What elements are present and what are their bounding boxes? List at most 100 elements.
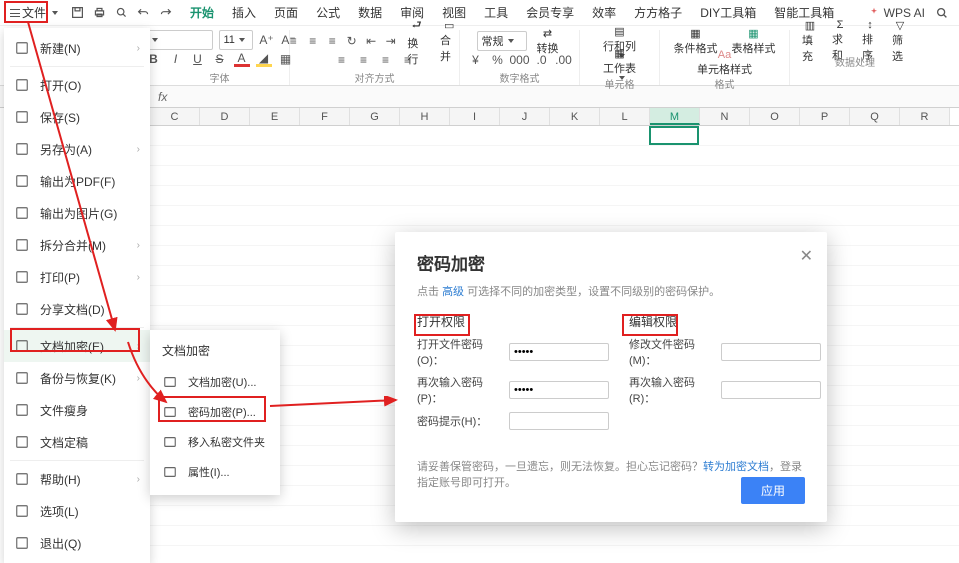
underline-icon[interactable]: U bbox=[190, 51, 206, 67]
font-name-dropdown[interactable] bbox=[143, 30, 213, 50]
file-menu-item-12[interactable]: 文档定稿 bbox=[4, 426, 150, 458]
dec-dec-icon[interactable]: .00 bbox=[556, 52, 572, 68]
tab-ffgz[interactable]: 方方格子 bbox=[634, 4, 682, 21]
print-icon[interactable] bbox=[92, 6, 106, 20]
undo-icon[interactable] bbox=[136, 6, 150, 20]
merge-cells-button[interactable]: ▭合并 bbox=[436, 17, 463, 66]
fx-icon[interactable]: fx bbox=[158, 90, 167, 104]
number-format-dropdown[interactable]: 常规 bbox=[477, 31, 527, 51]
currency-icon[interactable]: ¥ bbox=[468, 52, 484, 68]
justify-icon[interactable]: ≡ bbox=[400, 52, 416, 68]
tab-diy[interactable]: DIY工具箱 bbox=[700, 4, 756, 21]
align-top-icon[interactable]: ≡ bbox=[287, 33, 300, 49]
col-L[interactable]: L bbox=[600, 108, 650, 125]
align-right-icon[interactable]: ≡ bbox=[378, 52, 394, 68]
grow-font-icon[interactable]: A⁺ bbox=[259, 32, 275, 48]
tab-data[interactable]: 数据 bbox=[358, 4, 382, 21]
indent-dec-icon[interactable]: ⇤ bbox=[364, 33, 377, 49]
orientation-icon[interactable]: ↻ bbox=[345, 33, 358, 49]
col-K[interactable]: K bbox=[550, 108, 600, 125]
ribbon-tabs: 开始 插入 页面 公式 数据 审阅 视图 工具 会员专享 效率 方方格子 DIY… bbox=[190, 4, 834, 21]
file-menu-item-8[interactable]: 分享文档(D) bbox=[4, 293, 150, 325]
col-G[interactable]: G bbox=[350, 108, 400, 125]
group-number-label: 数字格式 bbox=[500, 70, 540, 85]
strike-icon[interactable]: S bbox=[212, 51, 228, 67]
col-F[interactable]: F bbox=[300, 108, 350, 125]
col-H[interactable]: H bbox=[400, 108, 450, 125]
hint-label: 密码提示(H)： bbox=[417, 413, 503, 429]
tab-member[interactable]: 会员专享 bbox=[526, 4, 574, 21]
tab-start[interactable]: 开始 bbox=[190, 4, 214, 21]
italic-icon[interactable]: I bbox=[168, 51, 184, 67]
edit-password-input[interactable] bbox=[721, 343, 821, 361]
file-menu-item-13[interactable]: 帮助(H)› bbox=[4, 463, 150, 495]
submenu-item-0[interactable]: 文档加密(U)... bbox=[150, 367, 280, 397]
open-password-input[interactable] bbox=[509, 343, 609, 361]
save-icon[interactable] bbox=[70, 6, 84, 20]
submenu-item-label: 文档加密(U)... bbox=[188, 374, 256, 390]
font-size-dropdown[interactable]: 11 bbox=[219, 30, 253, 50]
col-O[interactable]: O bbox=[750, 108, 800, 125]
col-P[interactable]: P bbox=[800, 108, 850, 125]
tab-tools[interactable]: 工具 bbox=[484, 4, 508, 21]
align-mid-icon[interactable]: ≡ bbox=[306, 33, 319, 49]
col-N[interactable]: N bbox=[700, 108, 750, 125]
dialog-desc: 点击 高级 可选择不同的加密类型，设置不同级别的密码保护。 bbox=[417, 283, 805, 299]
search-icon[interactable] bbox=[935, 6, 949, 20]
file-menu-item-6[interactable]: 拆分合并(M)› bbox=[4, 229, 150, 261]
col-D[interactable]: D bbox=[200, 108, 250, 125]
close-icon[interactable]: ✕ bbox=[800, 246, 813, 266]
file-menu-item-2[interactable]: 保存(S) bbox=[4, 101, 150, 133]
file-menu-button[interactable]: 文件 bbox=[4, 2, 64, 23]
col-M[interactable]: M bbox=[650, 108, 700, 125]
fill-color-icon[interactable]: ◢ bbox=[256, 51, 272, 67]
file-menu-item-7[interactable]: 打印(P)› bbox=[4, 261, 150, 293]
cell-style-button[interactable]: Aa单元格样式 bbox=[693, 47, 756, 79]
align-center-icon[interactable]: ≡ bbox=[356, 52, 372, 68]
file-menu-item-15[interactable]: 退出(Q) bbox=[4, 527, 150, 559]
comma-icon[interactable]: 000 bbox=[512, 52, 528, 68]
convert-encrypt-link[interactable]: 转为加密文档 bbox=[703, 461, 769, 473]
col-I[interactable]: I bbox=[450, 108, 500, 125]
col-R[interactable]: R bbox=[900, 108, 950, 125]
fill-button[interactable]: ▥填充 bbox=[798, 17, 822, 66]
edit-password-again-input[interactable] bbox=[721, 381, 821, 399]
indent-inc-icon[interactable]: ⇥ bbox=[384, 33, 397, 49]
filter-button[interactable]: ▽筛选 bbox=[888, 17, 912, 66]
file-menu-item-10[interactable]: 备份与恢复(K)› bbox=[4, 362, 150, 394]
col-E[interactable]: E bbox=[250, 108, 300, 125]
tab-efficiency[interactable]: 效率 bbox=[592, 4, 616, 21]
file-menu-item-0[interactable]: 新建(N)› bbox=[4, 32, 150, 64]
advanced-link[interactable]: 高级 bbox=[442, 286, 464, 298]
submenu-item-3[interactable]: 属性(I)... bbox=[150, 457, 280, 487]
file-menu-item-3[interactable]: 另存为(A)› bbox=[4, 133, 150, 165]
align-left-icon[interactable]: ≡ bbox=[334, 52, 350, 68]
file-menu-item-5[interactable]: 输出为图片(G) bbox=[4, 197, 150, 229]
print-preview-icon[interactable] bbox=[114, 6, 128, 20]
col-J[interactable]: J bbox=[500, 108, 550, 125]
col-C[interactable]: C bbox=[150, 108, 200, 125]
align-bot-icon[interactable]: ≡ bbox=[325, 33, 338, 49]
tab-insert[interactable]: 插入 bbox=[232, 4, 256, 21]
submenu-item-2[interactable]: 移入私密文件夹 bbox=[150, 427, 280, 457]
percent-icon[interactable]: % bbox=[490, 52, 506, 68]
redo-icon[interactable] bbox=[158, 6, 172, 20]
tab-page[interactable]: 页面 bbox=[274, 4, 298, 21]
font-color-icon[interactable]: A bbox=[234, 51, 250, 67]
file-menu-item-9[interactable]: 文档加密(E)› bbox=[4, 330, 150, 362]
pdf-icon bbox=[14, 173, 30, 189]
open-password-again-input[interactable] bbox=[509, 381, 609, 399]
file-menu-item-14[interactable]: 选项(L) bbox=[4, 495, 150, 527]
file-menu-item-11[interactable]: 文件瘦身 bbox=[4, 394, 150, 426]
tab-formula[interactable]: 公式 bbox=[316, 4, 340, 21]
file-menu-item-1[interactable]: 打开(O) bbox=[4, 69, 150, 101]
col-Q[interactable]: Q bbox=[850, 108, 900, 125]
password-hint-input[interactable] bbox=[509, 412, 609, 430]
hamburger-icon bbox=[10, 9, 20, 17]
file-menu-label: 文件 bbox=[22, 4, 46, 21]
file-menu-item-4[interactable]: 输出为PDF(F) bbox=[4, 165, 150, 197]
apply-button[interactable]: 应用 bbox=[741, 477, 805, 504]
file-menu-item-label: 输出为PDF(F) bbox=[40, 173, 115, 190]
inc-dec-icon[interactable]: .0 bbox=[534, 52, 550, 68]
submenu-item-1[interactable]: 密码加密(P)... bbox=[150, 397, 280, 427]
